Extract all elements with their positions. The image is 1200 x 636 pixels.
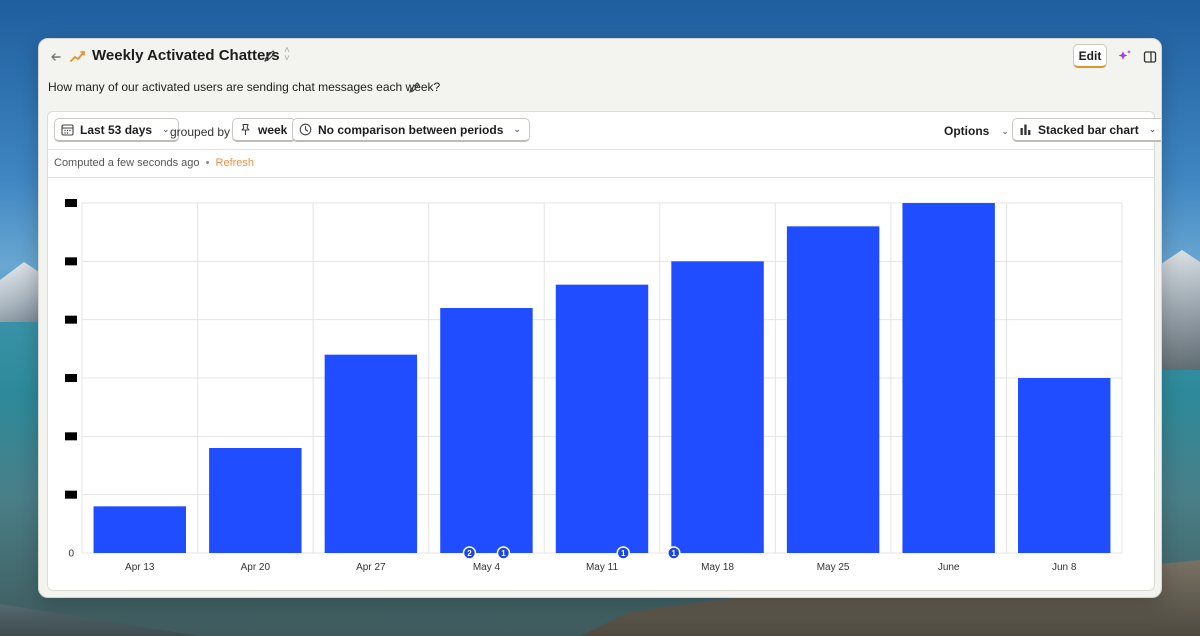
date-range-label: Last 53 days: [80, 122, 153, 137]
comparison-select[interactable]: No comparison between periods ⌄: [292, 118, 530, 142]
bar[interactable]: [1018, 378, 1111, 553]
y-tick-label-redacted: [65, 315, 77, 324]
insight-window: Weekly Activated Chatters ˄ ˅ Edit How ma…: [38, 38, 1162, 598]
x-tick-label: Jun 8: [1052, 562, 1077, 573]
bar[interactable]: [902, 203, 995, 553]
edit-button[interactable]: Edit: [1073, 44, 1107, 68]
chart-card: Last 53 days ⌄ grouped by week No compar…: [47, 111, 1161, 591]
chart-type-label: Stacked bar chart: [1038, 122, 1139, 137]
y-tick-label-redacted: [65, 257, 77, 266]
bar[interactable]: [786, 226, 880, 554]
x-tick-label: June: [938, 562, 960, 573]
bar[interactable]: [209, 448, 302, 553]
x-tick-label: Apr 20: [241, 562, 271, 573]
computed-text: Computed a few seconds ago: [54, 157, 200, 169]
sparkle-icon[interactable]: [1117, 48, 1133, 64]
comparison-label: No comparison between periods: [318, 122, 504, 137]
insight-description: How many of our activated users are send…: [48, 80, 441, 94]
x-tick-label: Apr 13: [125, 562, 155, 573]
chart-type-select[interactable]: Stacked bar chart ⌄: [1012, 118, 1161, 142]
title-bar: Weekly Activated Chatters ˄ ˅ Edit: [39, 39, 1161, 75]
bar[interactable]: [671, 261, 764, 553]
bar[interactable]: [555, 284, 649, 553]
x-tick-label: May 11: [586, 562, 618, 573]
y-tick-label-redacted: [65, 374, 77, 382]
chevron-down-icon: ⌄: [1148, 124, 1157, 134]
y-tick-label-redacted: [65, 490, 77, 499]
pencil-icon[interactable]: [263, 49, 277, 63]
annotation-count: 1: [672, 549, 677, 558]
annotation-count: 1: [621, 549, 626, 558]
bar-chart: 0 Apr 13 Apr 20 Apr 27 May 4 May 11 May 18 May …: [65, 199, 1123, 573]
date-range-select[interactable]: Last 53 days ⌄: [54, 118, 179, 142]
clock-icon: [299, 123, 312, 136]
trend-line-icon: [69, 47, 87, 65]
x-tick-label: May 4: [473, 562, 501, 573]
refresh-link[interactable]: Refresh: [216, 157, 255, 169]
y-tick-label: 0: [68, 549, 74, 560]
bar-chart-icon: [1020, 124, 1031, 135]
x-tick-label: May 18: [701, 562, 734, 573]
chevron-down-icon: ⌄: [162, 124, 170, 134]
pencil-icon[interactable]: [408, 81, 421, 94]
y-tick-label-redacted: [65, 199, 77, 207]
background-rocks-left: [0, 604, 200, 636]
chevron-down-icon: ⌄: [513, 124, 521, 134]
computed-status: Computed a few seconds ago • Refresh: [48, 150, 1154, 178]
chevron-down-icon: ⌄: [1001, 125, 1009, 136]
sort-icon[interactable]: ˄ ˅: [284, 46, 290, 64]
bar[interactable]: [440, 308, 533, 553]
calendar-icon: [61, 124, 74, 136]
x-tick-label: May 25: [817, 562, 850, 573]
grouped-by-label: grouped by: [170, 125, 231, 139]
interval-select[interactable]: week: [232, 118, 297, 142]
pin-icon: [241, 123, 250, 135]
chart-area: 0 Apr 13 Apr 20 Apr 27 May 4 May 11 May 18 May …: [48, 179, 1156, 591]
y-tick-label-redacted: [65, 432, 77, 441]
interval-label: week: [258, 122, 288, 137]
options-menu[interactable]: Options ⌄: [944, 124, 1009, 138]
status-separator: •: [205, 157, 210, 169]
back-arrow-icon[interactable]: [47, 48, 65, 66]
bar[interactable]: [324, 354, 418, 553]
options-label: Options: [944, 124, 990, 138]
chart-toolbar: Last 53 days ⌄ grouped by week No compar…: [48, 112, 1161, 150]
annotation-count: 1: [501, 549, 506, 558]
sidebar-panel-icon[interactable]: [1143, 50, 1157, 64]
page-title: Weekly Activated Chatters: [92, 47, 280, 64]
bar[interactable]: [93, 506, 186, 553]
annotation-count: 2: [467, 549, 472, 558]
x-tick-label: Apr 27: [356, 562, 386, 573]
